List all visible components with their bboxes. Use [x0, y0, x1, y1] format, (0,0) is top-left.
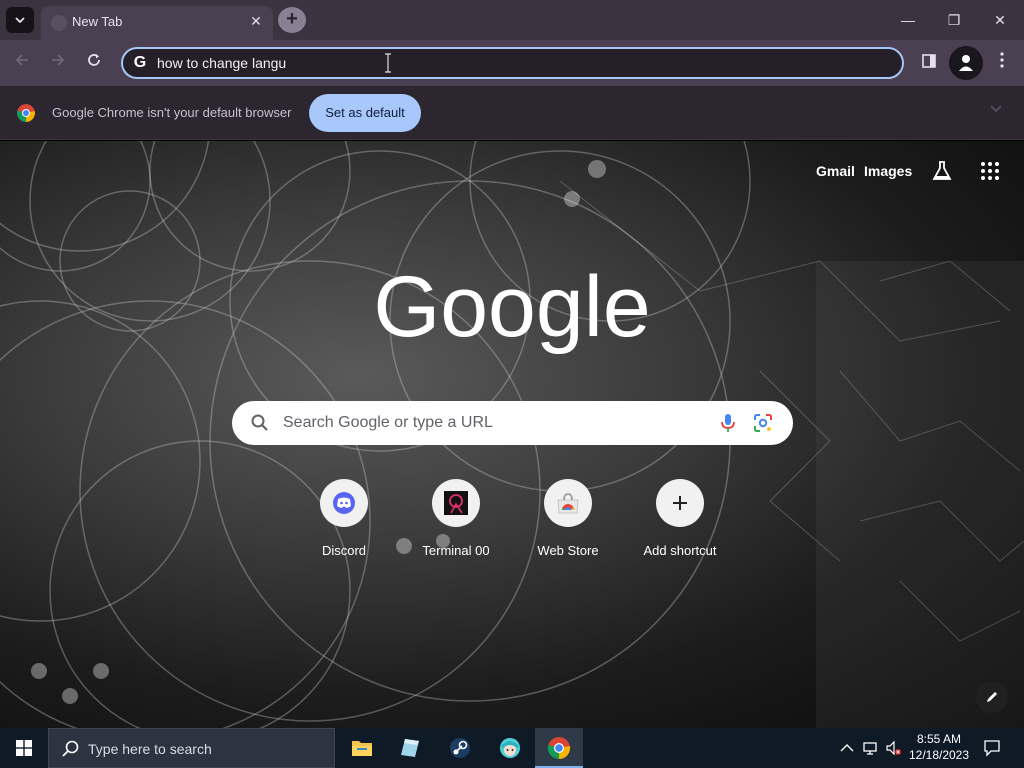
- restore-button[interactable]: ❐: [934, 8, 974, 32]
- chevron-down-icon: [15, 17, 25, 23]
- chrome-icon: [547, 737, 571, 760]
- windows-taskbar: Type here to search 8:55 AM 12/18/2023: [0, 728, 1024, 768]
- microphone-icon[interactable]: [718, 413, 738, 433]
- flask-icon: [932, 161, 952, 180]
- tab-title: New Tab: [72, 14, 123, 29]
- forward-arrow-icon: [52, 54, 65, 66]
- minimize-button[interactable]: —: [888, 8, 928, 32]
- plus-icon-container: [656, 479, 704, 527]
- discord-icon-container: [320, 479, 368, 527]
- shortcut-terminal-00[interactable]: Terminal 00: [406, 479, 506, 569]
- back-button[interactable]: [11, 52, 33, 74]
- terminal00-icon-container: [432, 479, 480, 527]
- pencil-icon: [987, 692, 997, 702]
- person-icon: [959, 55, 973, 71]
- tab-new-tab[interactable]: New Tab ✕: [41, 6, 273, 40]
- web-store-icon: [557, 493, 579, 514]
- ntp-search-box[interactable]: Search Google or type a URL: [232, 401, 793, 445]
- svg-text:Google: Google: [373, 261, 650, 355]
- text-cursor-icon: [385, 53, 391, 73]
- reload-icon: [88, 54, 100, 66]
- shortcut-discord[interactable]: Discord: [294, 479, 394, 569]
- browser-toolbar: G how to change langu: [0, 40, 1024, 86]
- discord-icon: [333, 492, 355, 514]
- chevron-up-icon[interactable]: [839, 740, 855, 756]
- terminal00-icon: [444, 491, 468, 515]
- side-panel-button[interactable]: [918, 52, 940, 74]
- taskbar-steam[interactable]: [436, 728, 484, 768]
- notification-center-icon[interactable]: [983, 739, 1001, 757]
- taskbar-character-app[interactable]: [486, 728, 534, 768]
- profile-button[interactable]: [949, 46, 983, 80]
- google-lens-icon[interactable]: [753, 413, 773, 433]
- character-app-icon: [500, 738, 520, 758]
- steam-icon: [450, 738, 470, 758]
- search-icon: [62, 740, 79, 757]
- new-tab-page: Gmail Images Google Search Google or typ…: [0, 141, 1024, 728]
- volume-muted-icon[interactable]: [885, 740, 901, 756]
- new-tab-favicon-icon: [51, 15, 67, 31]
- forward-button[interactable]: [47, 52, 69, 74]
- google-logo: Google: [373, 261, 650, 355]
- search-icon: [251, 414, 268, 431]
- google-g-icon: G: [133, 54, 147, 71]
- address-bar[interactable]: G how to change langu: [121, 47, 904, 79]
- default-browser-infobar: Google Chrome isn't your default browser…: [0, 86, 1024, 140]
- shortcut-label: Discord: [321, 543, 367, 558]
- apps-grid-icon: [981, 162, 999, 180]
- kebab-menu-icon: [1000, 52, 1004, 68]
- back-arrow-icon: [15, 54, 28, 66]
- infobar-close-icon[interactable]: [990, 105, 1002, 113]
- add-shortcut-button[interactable]: Add shortcut: [630, 479, 730, 569]
- set-as-default-button[interactable]: Set as default: [309, 94, 421, 132]
- clock-time: 8:55 AM: [916, 732, 962, 746]
- sticky-app-icon: [401, 739, 419, 757]
- tab-close-icon[interactable]: ✕: [247, 12, 265, 30]
- plus-icon: [673, 496, 687, 510]
- new-tab-button[interactable]: +: [278, 7, 306, 33]
- search-box-placeholder[interactable]: Search Google or type a URL: [283, 414, 493, 432]
- taskbar-file-explorer[interactable]: [338, 728, 386, 768]
- shortcut-web-store[interactable]: Web Store: [518, 479, 618, 569]
- network-icon[interactable]: [862, 740, 878, 756]
- google-apps-button[interactable]: [980, 161, 1000, 181]
- address-bar-text[interactable]: how to change langu: [157, 55, 286, 71]
- taskbar-search-box[interactable]: Type here to search: [48, 728, 335, 768]
- infobar-message: Google Chrome isn't your default browser: [52, 105, 292, 120]
- start-button[interactable]: [0, 728, 48, 768]
- shortcut-label: Terminal 00: [422, 543, 490, 558]
- clock-date: 12/18/2023: [908, 748, 970, 762]
- taskbar-sticky-app[interactable]: [386, 728, 434, 768]
- title-bar: New Tab ✕ + — ❐ ✕: [0, 0, 1024, 40]
- system-clock[interactable]: 8:55 AM 12/18/2023: [905, 731, 973, 763]
- images-link[interactable]: Images: [864, 163, 912, 179]
- windows-logo-icon: [16, 740, 32, 756]
- search-labs-button[interactable]: [931, 160, 953, 182]
- tab-search-button[interactable]: [6, 7, 34, 33]
- web-store-icon-container: [544, 479, 592, 527]
- file-explorer-icon: [352, 741, 372, 756]
- shortcut-label: Add shortcut: [643, 543, 717, 558]
- taskbar-search-placeholder[interactable]: Type here to search: [88, 741, 212, 757]
- chrome-menu-button[interactable]: [991, 52, 1013, 74]
- close-window-button[interactable]: ✕: [980, 8, 1020, 32]
- customize-chrome-button[interactable]: [976, 681, 1008, 713]
- side-panel-icon: [922, 54, 936, 68]
- taskbar-chrome[interactable]: [535, 728, 583, 768]
- shortcut-label: Web Store: [537, 543, 599, 558]
- reload-button[interactable]: [83, 52, 105, 74]
- gmail-link[interactable]: Gmail: [816, 163, 855, 179]
- chrome-logo-icon: [17, 104, 35, 122]
